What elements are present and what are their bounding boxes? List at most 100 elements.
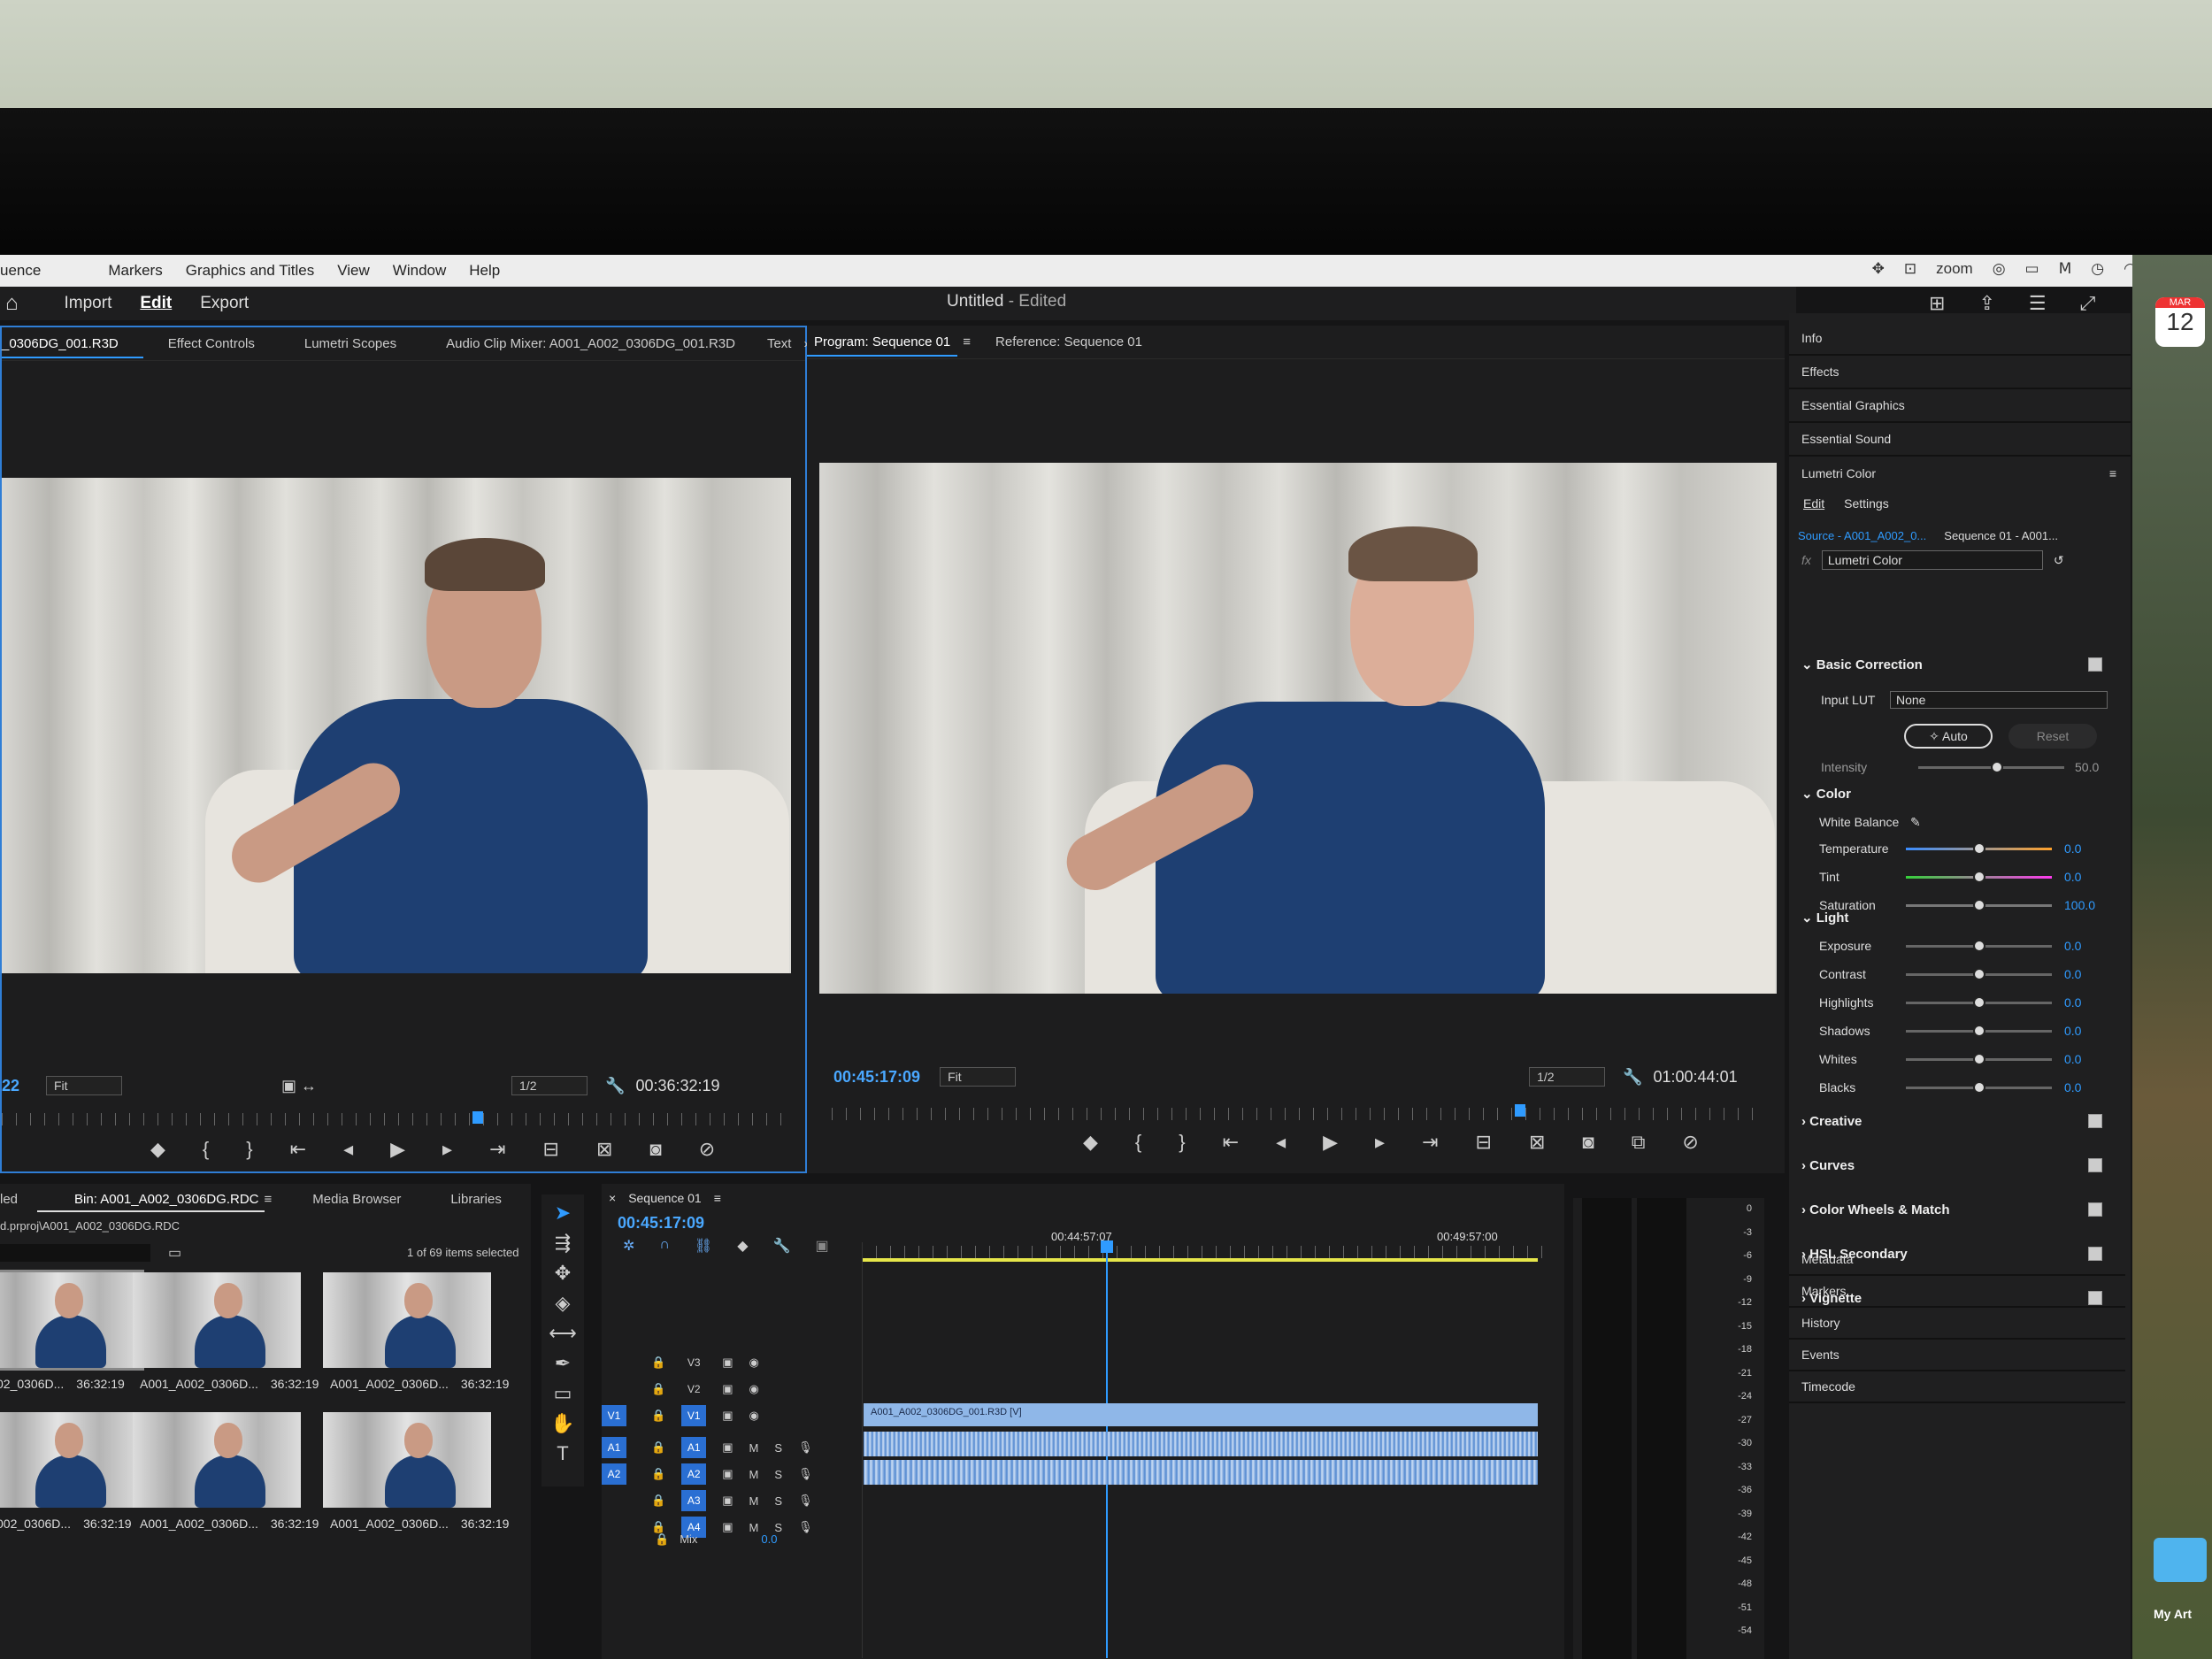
program-resolution-dropdown[interactable]: 1/2 bbox=[1529, 1067, 1606, 1087]
solo-button[interactable]: S bbox=[774, 1468, 782, 1481]
go-to-in-icon[interactable]: ⇤ bbox=[1223, 1131, 1239, 1154]
video-clip[interactable]: A001_A002_0306DG_001.R3D [V] bbox=[864, 1403, 1538, 1426]
tab-media-browser[interactable]: Media Browser bbox=[288, 1192, 426, 1207]
menu-graphics[interactable]: Graphics and Titles bbox=[186, 262, 315, 280]
sync-lock-icon[interactable]: ▣ bbox=[722, 1440, 733, 1455]
section-0[interactable]: › Creative bbox=[1801, 1110, 2102, 1133]
export-tab[interactable]: Export bbox=[200, 294, 249, 313]
track-lock-icon[interactable]: 🔒 bbox=[651, 1409, 665, 1423]
m-app-icon[interactable]: Ⅿ bbox=[2059, 260, 2072, 278]
go-to-out-icon[interactable]: ⇥ bbox=[1422, 1131, 1438, 1154]
lumetri-edit-tab[interactable]: Edit bbox=[1803, 496, 1824, 511]
track-lock-icon[interactable]: 🔒 bbox=[651, 1356, 665, 1370]
clip-thumbnail[interactable] bbox=[133, 1412, 301, 1508]
snap-icon[interactable]: ∩ bbox=[659, 1237, 670, 1255]
clip-thumbnail[interactable] bbox=[323, 1272, 491, 1368]
reset-button[interactable]: Reset bbox=[2008, 724, 2097, 749]
linked-selection-icon[interactable]: ⛓ bbox=[695, 1237, 712, 1255]
mic-icon[interactable]: 🎙 bbox=[798, 1520, 813, 1534]
insert-icon[interactable]: ⊟ bbox=[543, 1138, 559, 1161]
share-icon[interactable]: ⇪ bbox=[1978, 292, 1994, 315]
home-icon[interactable]: ⌂ bbox=[5, 291, 19, 316]
selection-tool-icon[interactable]: ➤ bbox=[541, 1202, 584, 1232]
tab-reference[interactable]: Reference: Sequence 01 bbox=[971, 334, 1167, 349]
menu-window[interactable]: Window bbox=[393, 262, 446, 280]
menu-help[interactable]: Help bbox=[469, 262, 500, 280]
track-lock-icon[interactable]: 🔒 bbox=[651, 1494, 665, 1508]
nest-icon[interactable]: ✲ bbox=[623, 1237, 634, 1255]
color-header[interactable]: ⌄ Color bbox=[1801, 782, 2102, 805]
mic-icon[interactable]: 🎙 bbox=[798, 1467, 813, 1481]
basic-correction-header[interactable]: ⌄ Basic Correction bbox=[1801, 653, 2102, 676]
sequence-menu-icon[interactable]: ≡ bbox=[714, 1191, 721, 1205]
quick-export-icon[interactable]: ⊞ bbox=[1929, 292, 1945, 315]
light-1-slider[interactable] bbox=[1906, 967, 2052, 980]
pen-tool-icon[interactable]: ✒ bbox=[541, 1352, 584, 1382]
track-target[interactable]: A3 bbox=[681, 1490, 707, 1511]
audio-clip-a2[interactable] bbox=[864, 1460, 1538, 1485]
eye-icon[interactable]: ◉ bbox=[749, 1409, 758, 1423]
program-menu-icon[interactable]: ≡ bbox=[963, 334, 971, 349]
source-patch[interactable]: A2 bbox=[602, 1463, 626, 1485]
track-target[interactable]: V3 bbox=[681, 1352, 706, 1373]
mark-out-icon[interactable]: } bbox=[1179, 1131, 1185, 1154]
tab-project[interactable]: led bbox=[0, 1192, 37, 1207]
color-1-value[interactable]: 0.0 bbox=[2064, 870, 2081, 884]
light-0-value[interactable]: 0.0 bbox=[2064, 939, 2081, 953]
rectangle-tool-icon[interactable]: ▭ bbox=[541, 1382, 584, 1412]
mute-button[interactable]: M bbox=[749, 1494, 758, 1508]
new-bin-icon[interactable]: ▭ bbox=[168, 1244, 181, 1262]
section-checkbox[interactable] bbox=[2088, 1114, 2102, 1128]
tab-text[interactable]: Text bbox=[760, 336, 799, 351]
timeline-ruler[interactable] bbox=[862, 1246, 1543, 1258]
step-back-icon[interactable]: ◂ bbox=[343, 1138, 353, 1161]
mic-icon[interactable]: 🎙 bbox=[798, 1440, 813, 1455]
track-target[interactable]: V1 bbox=[681, 1405, 707, 1426]
hand-tool-icon[interactable]: ✋ bbox=[541, 1412, 584, 1442]
export-frame-icon[interactable]: ◙ bbox=[1582, 1131, 1594, 1154]
light-2-value[interactable]: 0.0 bbox=[2064, 995, 2081, 1010]
display-icon[interactable]: ▭ bbox=[2025, 260, 2039, 278]
panel-essential-graphics[interactable]: Essential Graphics bbox=[1789, 389, 2131, 423]
mark-out-icon[interactable]: } bbox=[246, 1138, 252, 1161]
intensity-value[interactable]: 50.0 bbox=[2075, 760, 2099, 774]
export-frame-icon[interactable]: ◙ bbox=[649, 1138, 661, 1161]
mix-lock-icon[interactable]: 🔒 bbox=[655, 1532, 669, 1547]
light-3-slider[interactable] bbox=[1906, 1024, 2052, 1037]
light-0-slider[interactable] bbox=[1906, 939, 2052, 952]
edit-tab[interactable]: Edit bbox=[140, 294, 172, 313]
razor-tool-icon[interactable]: ◈ bbox=[541, 1292, 584, 1322]
light-3-knob[interactable] bbox=[1973, 1024, 1985, 1037]
effect-dropdown[interactable]: Lumetri Color bbox=[1821, 550, 2043, 570]
source-patch[interactable] bbox=[602, 1352, 626, 1373]
mark-in-icon[interactable]: { bbox=[1135, 1131, 1141, 1154]
light-4-slider[interactable] bbox=[1906, 1052, 2052, 1065]
step-forward-icon[interactable]: ▸ bbox=[1375, 1131, 1385, 1154]
solo-button[interactable]: S bbox=[774, 1494, 782, 1508]
input-lut-dropdown[interactable]: None bbox=[1890, 691, 2108, 709]
go-to-in-icon[interactable]: ⇤ bbox=[290, 1138, 306, 1161]
screenshot-icon[interactable]: ⊡ bbox=[1904, 260, 1916, 278]
light-3-value[interactable]: 0.0 bbox=[2064, 1024, 2081, 1038]
program-playhead[interactable] bbox=[1515, 1104, 1525, 1117]
mute-button[interactable]: M bbox=[749, 1441, 758, 1455]
program-time-ruler[interactable] bbox=[832, 1108, 1761, 1120]
source-playhead[interactable] bbox=[472, 1111, 483, 1124]
eye-icon[interactable]: ◉ bbox=[749, 1382, 758, 1396]
tab-effect-controls[interactable]: Effect Controls bbox=[143, 336, 280, 351]
auto-button[interactable]: ✧ Auto bbox=[1904, 724, 1993, 749]
compare-icon[interactable]: ⧉ bbox=[1632, 1131, 1646, 1154]
panel-2[interactable]: History bbox=[1789, 1308, 2125, 1340]
intensity-knob[interactable] bbox=[1991, 760, 2003, 773]
fullscreen-icon[interactable]: ⤢ bbox=[2080, 292, 2096, 315]
work-area-bar[interactable] bbox=[862, 1258, 1538, 1262]
folder-label[interactable]: My Art bbox=[2154, 1607, 2192, 1621]
tab-audio-clip-mixer[interactable]: Audio Clip Mixer: A001_A002_0306DG_001.R… bbox=[421, 336, 760, 351]
wrench-icon[interactable]: 🔧 bbox=[1623, 1068, 1642, 1087]
clock-icon[interactable]: ◷ bbox=[2091, 260, 2104, 278]
sync-lock-icon[interactable]: ▣ bbox=[722, 1382, 733, 1396]
type-tool-icon[interactable]: T bbox=[541, 1442, 584, 1472]
mark-in-icon[interactable]: { bbox=[203, 1138, 209, 1161]
program-timecode[interactable]: 00:45:17:09 bbox=[833, 1068, 920, 1087]
solo-button[interactable]: S bbox=[774, 1441, 782, 1455]
